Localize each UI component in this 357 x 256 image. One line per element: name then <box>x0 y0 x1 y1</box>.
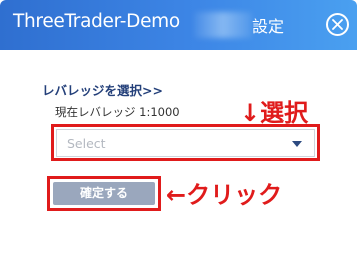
confirm-button[interactable]: 確定する <box>53 182 155 205</box>
close-button[interactable] <box>326 13 349 36</box>
blurred-account-id <box>194 12 252 38</box>
close-icon <box>332 19 343 30</box>
select-placeholder: Select <box>67 136 106 151</box>
current-leverage-text: 現在レバレッジ 1:1000 <box>55 105 180 119</box>
leverage-dialog: ThreeTrader-Demo 設定 レバレッジを選択>> 現在レバレッジ 1… <box>0 0 357 256</box>
dialog-header: ThreeTrader-Demo 設定 <box>0 0 357 50</box>
click-annotation: ←クリック <box>166 181 283 209</box>
select-annotation: ↓選択 <box>240 99 309 127</box>
leverage-select[interactable]: Select <box>56 129 315 157</box>
caret-down-icon <box>292 141 302 147</box>
leverage-section-label: レバレッジを選択>> <box>42 83 163 98</box>
dialog-title: ThreeTrader-Demo <box>13 11 180 32</box>
settings-title: 設定 <box>252 17 285 36</box>
